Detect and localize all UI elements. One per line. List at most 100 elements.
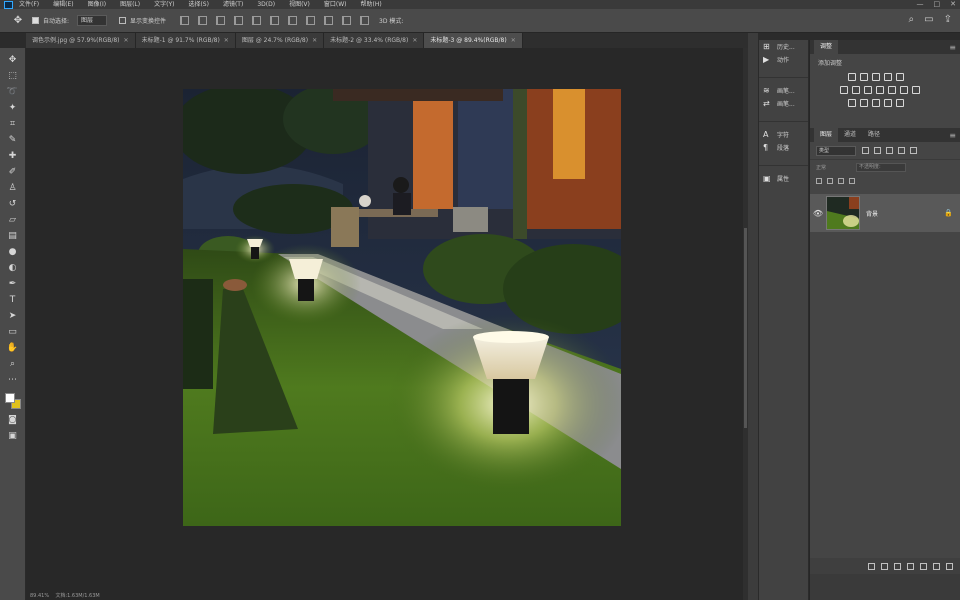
layer-row-background[interactable]: 👁 背景 🔒 <box>810 194 960 232</box>
type-tool-icon[interactable]: T <box>6 293 20 307</box>
menu-image[interactable]: 图像(I) <box>88 0 106 9</box>
close-icon[interactable]: ✕ <box>950 0 956 9</box>
filter-smart-icon[interactable] <box>910 147 917 154</box>
black-white-icon[interactable] <box>864 86 872 94</box>
more-tools-icon[interactable]: ⋯ <box>6 373 20 387</box>
channel-mixer-icon[interactable] <box>888 86 896 94</box>
delete-layer-icon[interactable] <box>946 562 953 570</box>
align-middle-icon[interactable] <box>252 16 262 25</box>
tab-document-3[interactable]: 图层 @ 24.7% (RGB/8) ✕ <box>235 33 325 48</box>
marquee-tool-icon[interactable]: ⬚ <box>6 69 20 83</box>
panel-actions[interactable]: ▶ 动作 <box>759 53 808 66</box>
distribute-v-icon[interactable] <box>324 16 334 25</box>
magic-wand-icon[interactable]: ✦ <box>6 101 20 115</box>
show-transform-checkbox[interactable] <box>119 17 127 24</box>
tab-document-4[interactable]: 未标题-2 @ 33.4% (RGB/8) ✕ <box>324 33 425 48</box>
color-swatches[interactable] <box>4 393 21 409</box>
menu-window[interactable]: 窗口(W) <box>324 0 347 9</box>
quick-mask-icon[interactable]: ◙ <box>6 413 20 427</box>
panel-menu-icon[interactable]: ≡ <box>949 131 956 140</box>
tab-close-icon[interactable]: ✕ <box>224 33 229 48</box>
stamp-tool-icon[interactable]: ♙ <box>6 181 20 195</box>
auto-select-checkbox[interactable] <box>32 17 39 24</box>
auto-select-dropdown[interactable]: 图层 <box>77 15 108 26</box>
levels-icon[interactable] <box>860 73 868 81</box>
blend-mode-select[interactable]: 正常 <box>816 164 826 171</box>
posterize-icon[interactable] <box>860 99 868 107</box>
invert-icon[interactable] <box>848 99 856 107</box>
tab-channels[interactable]: 通道 <box>838 128 862 142</box>
menu-type[interactable]: 文字(Y) <box>154 0 174 9</box>
new-layer-icon[interactable] <box>933 562 940 570</box>
hand-tool-icon[interactable]: ✋ <box>6 341 20 355</box>
filter-adjustment-icon[interactable] <box>874 147 881 154</box>
menu-file[interactable]: 文件(F) <box>19 0 39 9</box>
tab-close-icon[interactable]: ✕ <box>511 33 516 48</box>
tab-document-1[interactable]: 调色示例.jpg @ 57.9%(RGB/8) ✕ <box>26 33 136 48</box>
panel-brushes[interactable]: ≋ 画笔... <box>759 84 808 97</box>
distribute-spacing-icon[interactable] <box>342 16 352 25</box>
healing-brush-icon[interactable]: ✚ <box>6 149 20 163</box>
tab-adjustments[interactable]: 调整 <box>814 40 839 54</box>
maximize-icon[interactable]: □ <box>934 0 941 9</box>
filter-type-select[interactable]: 类型 <box>816 145 856 156</box>
tab-close-icon[interactable]: ✕ <box>412 33 417 48</box>
photo-filter-icon[interactable] <box>876 86 884 94</box>
dodge-tool-icon[interactable]: ◐ <box>6 261 20 275</box>
zoom-readout[interactable]: 89.41% <box>30 593 49 599</box>
move-tool-icon[interactable]: ✥ <box>6 53 20 67</box>
blur-tool-icon[interactable]: ● <box>6 245 20 259</box>
visibility-eye-icon[interactable]: 👁 <box>810 209 826 218</box>
layer-name[interactable]: 背景 <box>866 209 878 218</box>
threshold-icon[interactable] <box>872 99 880 107</box>
opacity-field[interactable]: 不透明度: <box>856 162 907 172</box>
menu-help[interactable]: 帮助(H) <box>361 0 382 9</box>
search-icon[interactable]: ⌕ <box>909 14 915 26</box>
auto-align-icon[interactable] <box>360 16 370 25</box>
pen-tool-icon[interactable]: ✒ <box>6 277 20 291</box>
new-group-icon[interactable] <box>920 562 927 570</box>
foreground-color[interactable] <box>4 393 15 403</box>
gradient-tool-icon[interactable]: ▤ <box>6 229 20 243</box>
menu-layer[interactable]: 图层(L) <box>120 0 140 9</box>
new-adjustment-icon[interactable] <box>907 562 914 570</box>
document-canvas[interactable] <box>183 89 621 526</box>
color-balance-icon[interactable] <box>852 86 860 94</box>
share-icon[interactable]: ⇪ <box>944 14 952 26</box>
panel-properties[interactable]: ▣ 属性 <box>759 172 808 185</box>
eyedropper-icon[interactable]: ✎ <box>6 133 20 147</box>
minimize-icon[interactable]: — <box>917 0 924 9</box>
align-right-icon[interactable] <box>216 16 226 25</box>
align-center-icon[interactable] <box>198 16 208 25</box>
crop-tool-icon[interactable]: ⌗ <box>6 117 20 131</box>
menu-select[interactable]: 选择(S) <box>188 0 209 9</box>
tab-close-icon[interactable]: ✕ <box>124 33 129 48</box>
align-left-icon[interactable] <box>180 16 190 25</box>
photoshop-logo-icon[interactable] <box>4 0 13 9</box>
eraser-icon[interactable]: ▱ <box>6 213 20 227</box>
menu-3d[interactable]: 3D(D) <box>257 0 275 9</box>
shape-tool-icon[interactable]: ▭ <box>6 325 20 339</box>
tab-document-5[interactable]: 未标题-3 @ 89.4%(RGB/8) ✕ <box>424 33 523 48</box>
workspace-icon[interactable]: ▭ <box>924 14 933 26</box>
tab-close-icon[interactable]: ✕ <box>312 33 317 48</box>
path-select-icon[interactable]: ➤ <box>6 309 20 323</box>
lock-paint-icon[interactable] <box>827 178 833 184</box>
panel-brush-settings[interactable]: ⇄ 画笔... <box>759 97 808 110</box>
move-tool-icon[interactable]: ✥ <box>12 15 24 27</box>
filter-type-icon[interactable] <box>886 147 893 154</box>
curves-icon[interactable] <box>872 73 880 81</box>
tab-paths[interactable]: 路径 <box>862 128 886 142</box>
menu-edit[interactable]: 编辑(E) <box>53 0 73 9</box>
brightness-icon[interactable] <box>848 73 856 81</box>
distribute-h-icon[interactable] <box>306 16 316 25</box>
panel-history[interactable]: ⊞ 历史... <box>759 40 808 53</box>
lock-pixels-icon[interactable] <box>816 178 822 184</box>
color-lookup-icon[interactable] <box>900 86 908 94</box>
align-top-icon[interactable] <box>234 16 244 25</box>
menu-filter[interactable]: 滤镜(T) <box>223 0 243 9</box>
hue-saturation-icon[interactable] <box>840 86 848 94</box>
link-layers-icon[interactable] <box>868 562 875 570</box>
distribute-icon[interactable] <box>288 16 298 25</box>
filter-pixel-icon[interactable] <box>862 147 869 154</box>
